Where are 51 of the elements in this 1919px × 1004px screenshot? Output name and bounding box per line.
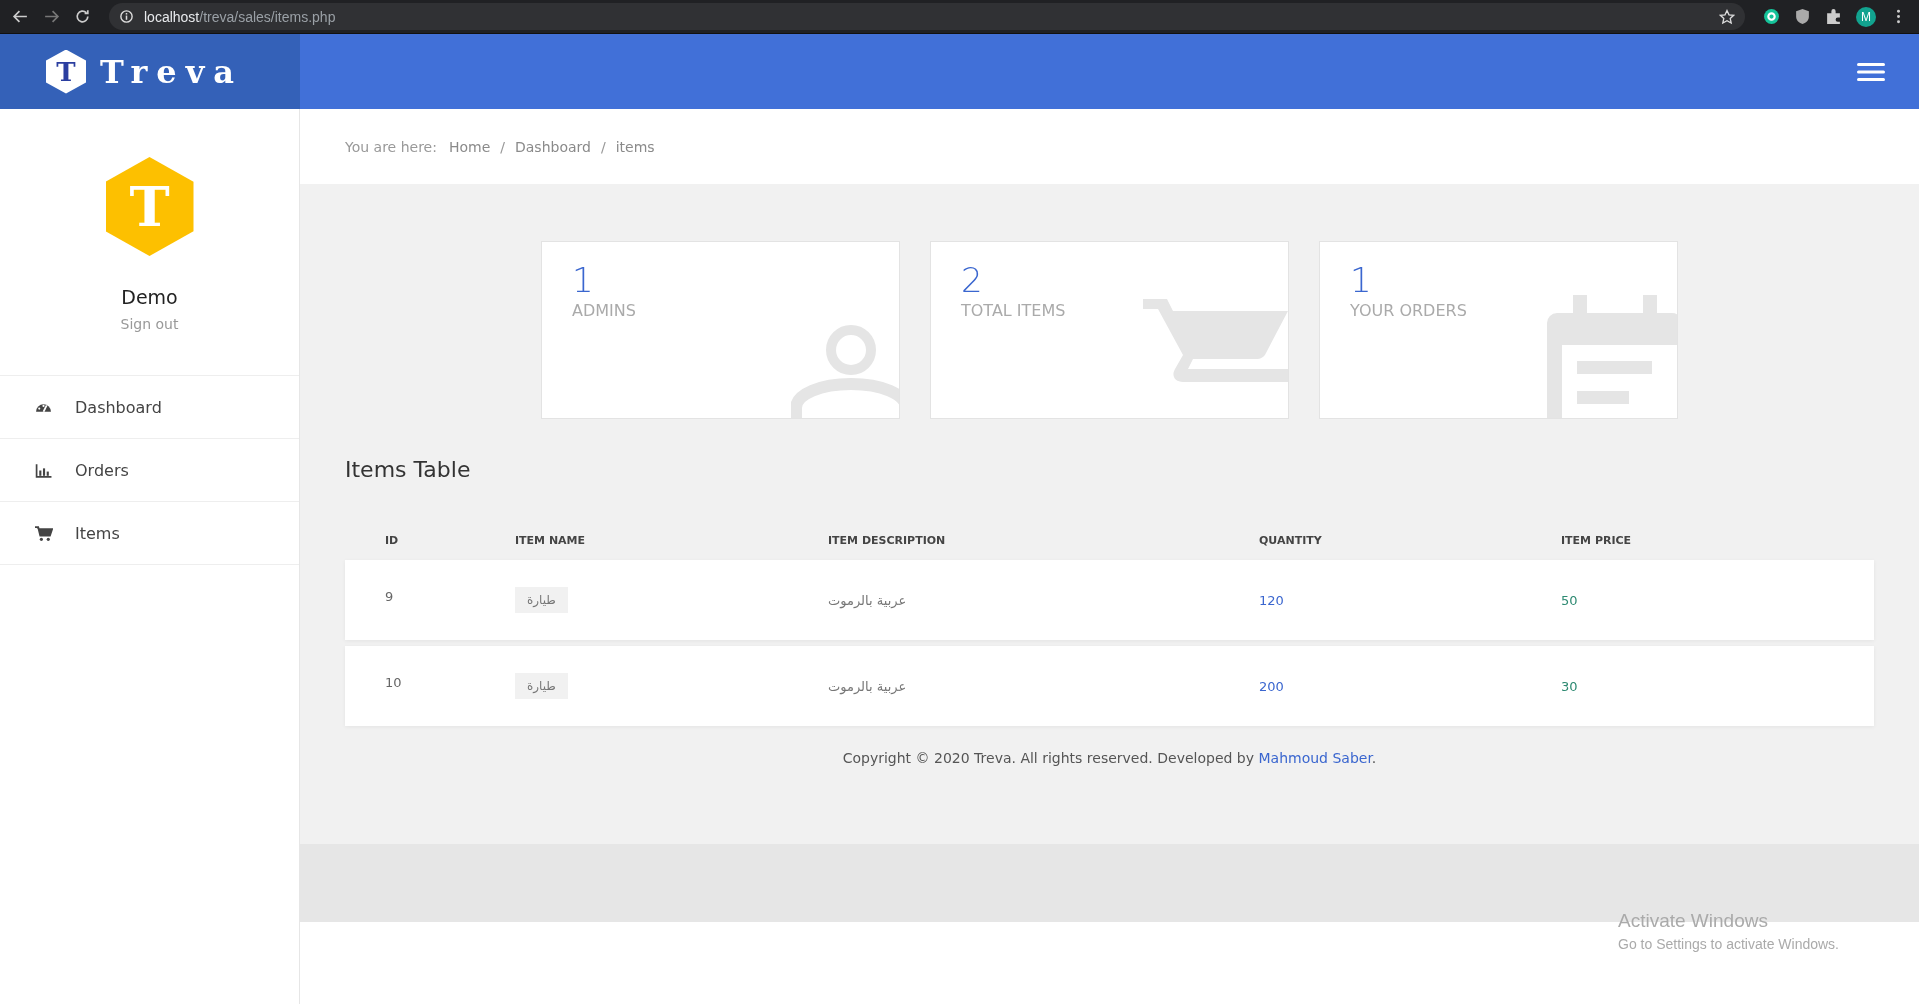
column-header: ITEM PRICE bbox=[1561, 534, 1632, 547]
table-cell-text: 9 bbox=[384, 588, 395, 604]
menu-icon[interactable] bbox=[1857, 61, 1885, 82]
item-name-tag: طيارة bbox=[515, 673, 568, 699]
extension-icon[interactable] bbox=[1763, 8, 1780, 25]
table-cell: 30 bbox=[1561, 678, 1578, 694]
table-cell: 50 bbox=[1561, 592, 1578, 608]
activation-text: Go to Settings to activate Windows. bbox=[1618, 936, 1839, 952]
table-cell-text: 200 bbox=[1259, 678, 1285, 694]
section-title: Items Table bbox=[345, 457, 472, 482]
puzzle-icon[interactable] bbox=[1825, 8, 1842, 25]
sidebar-item[interactable]: Items bbox=[0, 502, 299, 565]
reload-icon[interactable] bbox=[74, 8, 91, 25]
profile-avatar[interactable]: M bbox=[1856, 6, 1876, 27]
breadcrumb-link[interactable]: items bbox=[615, 138, 655, 155]
column-header: ITEM NAME bbox=[515, 534, 587, 547]
table-cell-text: 10 bbox=[384, 674, 403, 690]
table-cell-text: عربية بالرموت bbox=[828, 592, 908, 608]
forward-icon[interactable] bbox=[43, 8, 60, 25]
item-name-tag: طيارة bbox=[515, 587, 568, 613]
brand-name: Treva bbox=[100, 52, 244, 91]
stat-value: 1 bbox=[572, 262, 594, 300]
author-link[interactable]: Mahmoud Saber bbox=[1258, 750, 1372, 766]
info-icon[interactable] bbox=[119, 9, 134, 24]
sign-out-link[interactable]: Sign out bbox=[120, 316, 179, 332]
stat-value: 2 bbox=[961, 262, 983, 300]
back-icon[interactable] bbox=[12, 8, 29, 25]
breadcrumb-link[interactable]: Dashboard bbox=[515, 138, 591, 155]
column-header: ID bbox=[384, 534, 400, 547]
breadcrumb-link[interactable]: Home bbox=[448, 138, 491, 155]
column-header: QUANTITY bbox=[1259, 534, 1323, 547]
star-icon[interactable] bbox=[1719, 8, 1735, 25]
column-header: ITEM DESCRIPTION bbox=[828, 534, 947, 547]
stat-value: 1 bbox=[1350, 262, 1372, 300]
activation-title: Activate Windows bbox=[1618, 910, 1769, 932]
user-name: Demo bbox=[121, 286, 178, 308]
bar-chart-icon bbox=[34, 461, 53, 479]
copyright-text: Copyright © 2020 Treva. All rights reserved. Developed by Mahmoud Saber. bbox=[841, 750, 1378, 766]
breadcrumb-separator: / bbox=[600, 138, 606, 155]
cart-icon bbox=[34, 524, 53, 542]
stat-label: ADMINS bbox=[572, 301, 636, 321]
sidebar-item[interactable]: Dashboard bbox=[0, 376, 299, 439]
table-cell-text: 120 bbox=[1259, 592, 1285, 608]
breadcrumb-prefix: You are here: bbox=[345, 138, 437, 155]
address-bar[interactable]: localhost/treva/sales/items.php bbox=[109, 3, 1745, 30]
table-cell-text: عربية بالرموت bbox=[828, 678, 908, 694]
shield-icon[interactable] bbox=[1794, 8, 1811, 25]
breadcrumb-separator: / bbox=[500, 138, 505, 155]
sidebar-item[interactable]: Orders bbox=[0, 439, 299, 502]
stat-label: YOUR ORDERS bbox=[1350, 301, 1467, 321]
stat-label: TOTAL ITEMS bbox=[961, 301, 1066, 321]
